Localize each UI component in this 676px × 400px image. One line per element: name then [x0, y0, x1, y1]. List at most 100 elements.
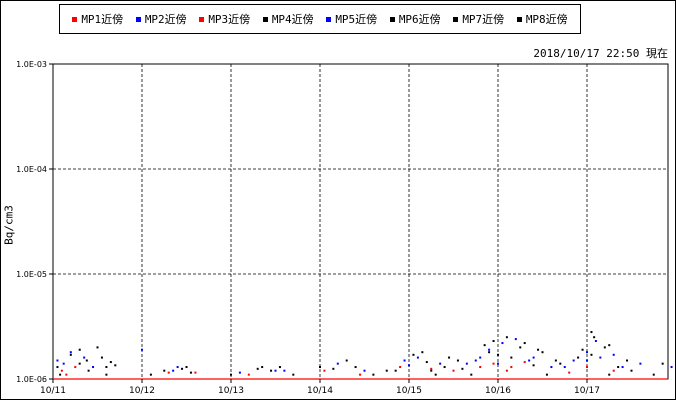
data-point — [96, 346, 99, 349]
data-point — [559, 362, 562, 365]
data-point — [69, 351, 72, 354]
data-point — [661, 362, 664, 365]
x-tick-label: 10/13 — [218, 386, 244, 396]
data-point — [541, 351, 544, 354]
data-point — [60, 369, 63, 372]
data-point — [652, 373, 655, 376]
y-tick-label: 1.0E-06 — [16, 375, 47, 384]
data-point — [608, 373, 611, 376]
data-point — [639, 362, 642, 365]
data-point — [256, 367, 259, 370]
data-point — [505, 336, 508, 339]
data-point — [593, 336, 596, 339]
series-5 — [62, 356, 624, 374]
data-point — [510, 356, 513, 359]
x-tick-layer: 10/11 10/12 10/13 10/14 10/15 10/16 10/17 — [40, 379, 600, 396]
data-point — [456, 359, 459, 362]
data-point — [452, 369, 455, 372]
data-point — [421, 351, 424, 354]
data-point — [69, 353, 72, 356]
series-6 — [59, 373, 655, 376]
data-point — [425, 361, 428, 364]
data-point — [479, 356, 482, 359]
points-layer — [56, 331, 673, 376]
data-point — [554, 359, 557, 362]
data-point — [501, 342, 504, 345]
data-point — [519, 346, 522, 349]
data-point — [74, 366, 77, 369]
data-point — [323, 369, 326, 372]
data-point — [185, 366, 188, 369]
data-point — [359, 373, 362, 376]
data-point — [283, 369, 286, 372]
data-point — [434, 373, 437, 376]
data-point — [483, 344, 486, 347]
series-3 — [65, 369, 571, 376]
data-point — [586, 351, 588, 354]
data-point — [78, 348, 81, 351]
data-point — [461, 367, 464, 370]
data-point — [394, 369, 397, 372]
data-point — [278, 366, 281, 369]
data-point — [100, 356, 103, 359]
data-point — [568, 371, 571, 374]
data-point — [523, 342, 526, 345]
data-point — [514, 338, 517, 341]
data-point — [56, 366, 59, 369]
data-point — [372, 373, 375, 376]
data-point — [448, 356, 451, 359]
data-point — [385, 369, 388, 372]
data-point — [247, 373, 250, 376]
data-point — [617, 366, 620, 369]
data-point — [105, 373, 108, 376]
data-point — [488, 351, 491, 354]
data-point — [149, 373, 152, 376]
data-point — [670, 366, 673, 369]
data-point — [510, 366, 513, 369]
data-point — [474, 359, 477, 362]
data-point — [345, 359, 348, 362]
data-point — [626, 359, 629, 362]
data-point — [586, 359, 588, 362]
data-point — [292, 373, 295, 376]
x-tick-label: 10/12 — [129, 386, 155, 396]
data-point — [194, 371, 197, 374]
data-point — [85, 359, 88, 362]
x-tick-label: 10/15 — [396, 386, 422, 396]
data-point — [430, 367, 433, 370]
data-point — [488, 348, 491, 351]
data-point — [105, 366, 108, 369]
data-point — [261, 366, 264, 369]
data-point — [612, 369, 615, 372]
data-point — [563, 366, 566, 369]
data-point — [274, 369, 277, 372]
data-point — [439, 362, 442, 365]
plot-border — [52, 63, 669, 380]
data-point — [336, 362, 339, 365]
series-8 — [69, 351, 620, 374]
data-point — [577, 356, 580, 359]
data-point — [497, 353, 499, 356]
data-point — [608, 344, 611, 347]
series-4 — [56, 331, 664, 372]
data-point — [354, 366, 357, 369]
y-tick-label: 1.0E-03 — [16, 60, 47, 69]
x-tick-label: 10/16 — [485, 386, 511, 396]
data-point — [230, 373, 232, 376]
data-point — [56, 359, 59, 362]
data-point — [92, 366, 95, 369]
data-point — [479, 366, 482, 369]
data-point — [528, 359, 531, 362]
data-point — [523, 361, 526, 364]
series-7 — [78, 336, 629, 372]
data-point — [470, 373, 473, 376]
data-point — [189, 371, 192, 374]
x-tick-label: 10/14 — [307, 386, 333, 396]
data-point — [465, 362, 468, 365]
data-point — [590, 353, 593, 356]
data-point — [62, 362, 65, 365]
data-point — [319, 366, 321, 369]
x-tick-label: 10/17 — [574, 386, 600, 396]
data-point — [109, 361, 112, 364]
data-point — [599, 356, 602, 359]
